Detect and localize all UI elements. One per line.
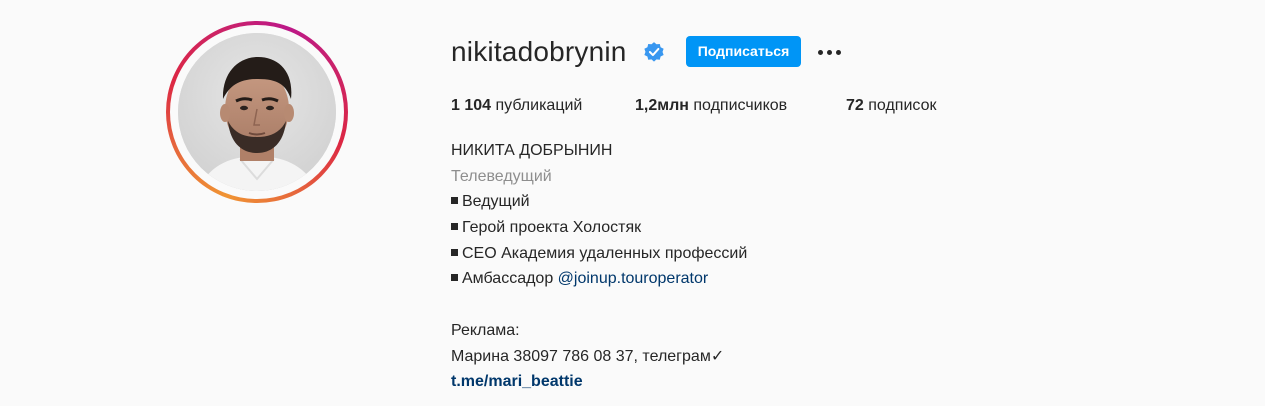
avatar-image [178, 33, 336, 191]
posts-label: публикаций [495, 97, 583, 114]
posts-count: 1 104 [451, 97, 492, 114]
story-ring[interactable] [166, 21, 348, 203]
bio-spacer [451, 292, 747, 318]
followers-count: 1,2млн [635, 97, 689, 114]
bullet-icon [451, 197, 458, 205]
profile-username: nikitadobrynin [451, 36, 627, 67]
bio-item-text: Амбассадор [462, 270, 554, 288]
follow-button[interactable]: Подписаться [686, 36, 801, 67]
dot [835, 49, 841, 55]
ad-label: Реклама: [451, 321, 520, 339]
dot [817, 49, 823, 55]
following-label: подписок [868, 97, 937, 114]
bio-item: Амбассадор @joinup.touroperator [451, 266, 747, 292]
mention-link[interactable]: @joinup.touroperator [558, 270, 709, 287]
bio-item-text: Ведущий [462, 193, 530, 211]
stat-posts: 1 104 публикаций [451, 95, 582, 117]
avatar[interactable] [178, 33, 336, 191]
bullet-icon [451, 248, 458, 256]
bio-item: Ведущий [451, 189, 747, 215]
stat-followers[interactable]: 1,2млн подписчиков [635, 95, 787, 117]
dot [826, 49, 832, 55]
verified-badge-icon [644, 42, 664, 62]
following-count: 72 [846, 97, 864, 114]
stat-following[interactable]: 72 подписок [846, 95, 936, 117]
bio-item: Герой проекта Холостяк [451, 215, 747, 241]
website-link[interactable]: t.me/mari_beattie [451, 369, 747, 395]
bio-item: CEO Академия удаленных профессий [451, 241, 747, 267]
followers-label: подписчиков [693, 97, 788, 114]
bullet-icon [451, 274, 458, 282]
contact-line: Марина 38097 786 08 37, телеграм✓ [451, 347, 725, 365]
avatar-gap [170, 25, 344, 199]
bio-item-text: Герой проекта Холостяк [462, 219, 642, 237]
bullet-icon [451, 223, 458, 231]
full-name: НИКИТА ДОБРЫНИН [451, 142, 613, 159]
profile-bio: НИКИТА ДОБРЫНИН Телеведущий Ведущий Геро… [451, 138, 747, 395]
bio-item-text: CEO Академия удаленных профессий [462, 244, 748, 262]
profile-category: Телеведущий [451, 167, 552, 185]
more-options-icon[interactable] [814, 40, 844, 64]
